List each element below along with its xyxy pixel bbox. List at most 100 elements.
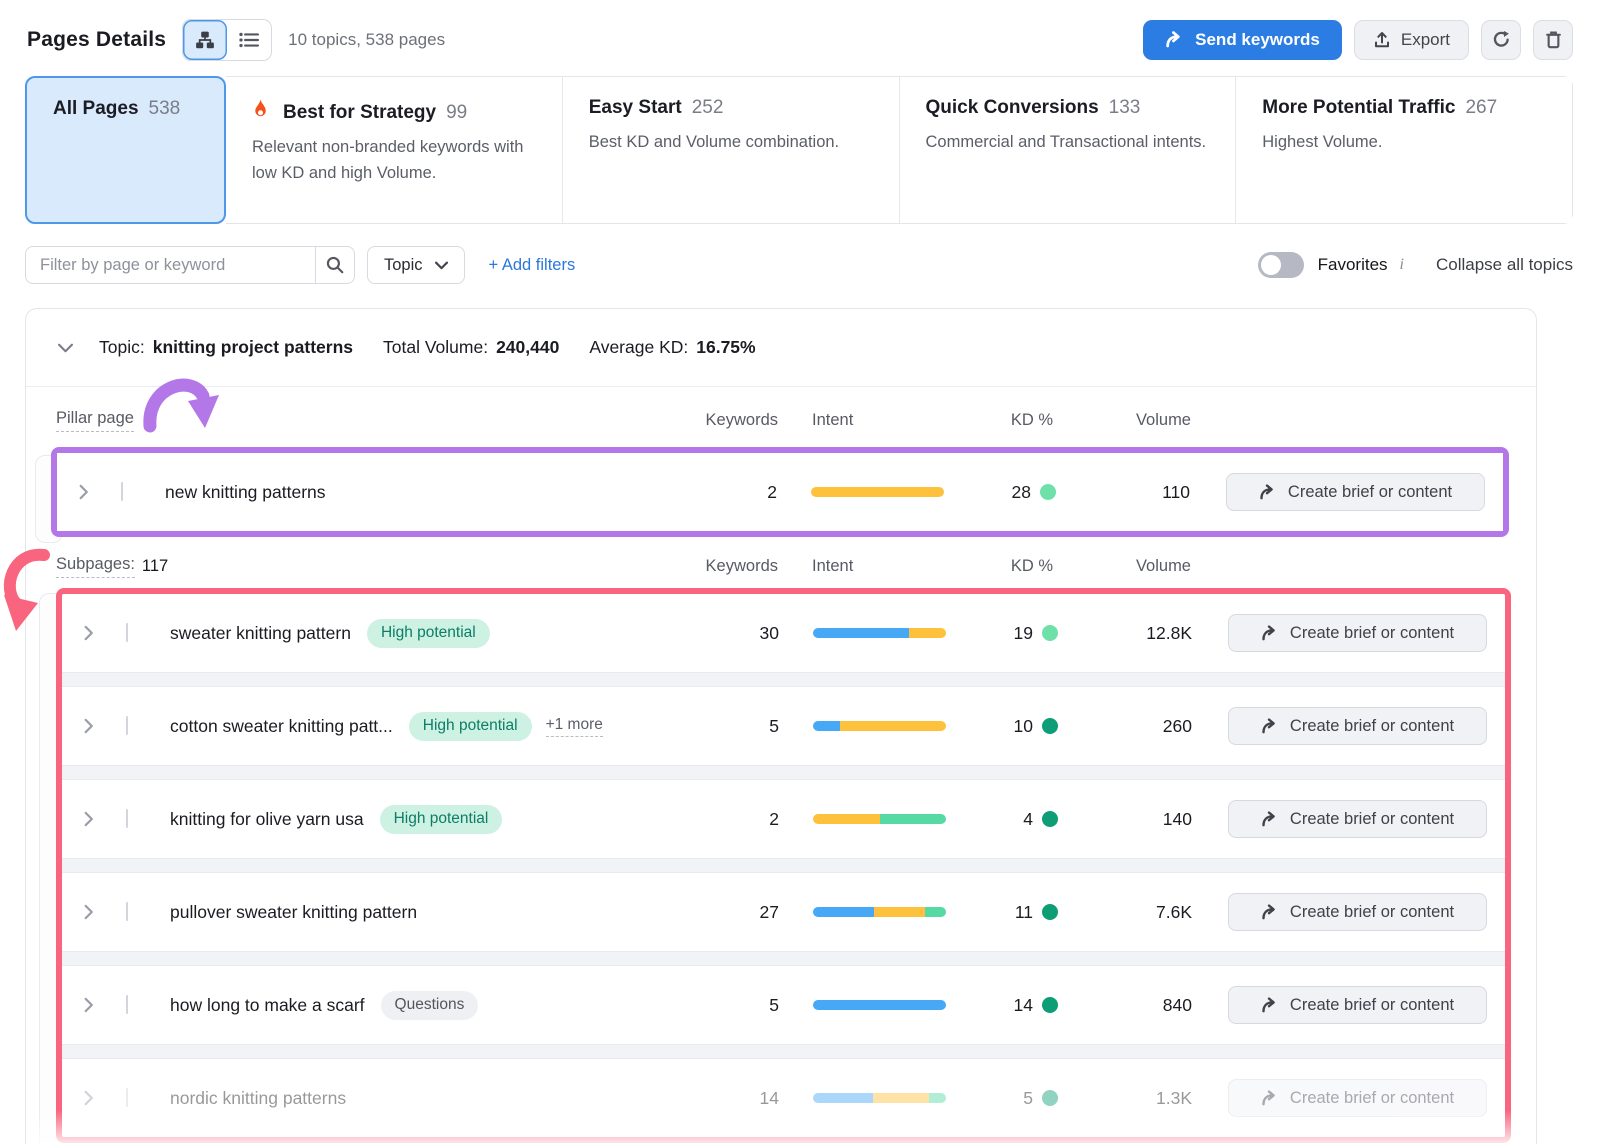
row-checkbox[interactable] bbox=[126, 995, 128, 1014]
add-filters-link[interactable]: + Add filters bbox=[489, 256, 576, 275]
page-filter-cards: All Pages 538 Best for Strategy 99 Relev… bbox=[25, 76, 1573, 224]
table-row: knitting for olive yarn usa High potenti… bbox=[62, 780, 1505, 858]
column-kd: KD % bbox=[971, 411, 1057, 430]
volume-value: 12.8K bbox=[1074, 623, 1192, 644]
tab-all-pages-label: All Pages bbox=[53, 98, 139, 120]
expand-row-chevron-icon[interactable] bbox=[84, 904, 114, 920]
kd-value: 14 bbox=[1014, 995, 1033, 1016]
create-brief-button[interactable]: Create brief or content bbox=[1228, 986, 1487, 1024]
expand-row-chevron-icon[interactable] bbox=[84, 1090, 114, 1106]
list-view-button[interactable] bbox=[227, 20, 271, 60]
row-checkbox[interactable] bbox=[126, 716, 128, 735]
tab-easy-start-count: 252 bbox=[692, 97, 724, 119]
create-brief-button[interactable]: Create brief or content bbox=[1228, 893, 1487, 931]
row-checkbox[interactable] bbox=[126, 623, 128, 642]
kd-dot bbox=[1042, 904, 1058, 920]
tab-quick-conversions[interactable]: Quick Conversions 133 Commercial and Tra… bbox=[899, 77, 1236, 223]
row-divider bbox=[62, 672, 1505, 687]
page-title-cell[interactable]: knitting for olive yarn usa bbox=[170, 809, 364, 830]
filter-bar: Topic + Add filters Favorites i Collapse… bbox=[25, 246, 1573, 284]
expand-row-chevron-icon[interactable] bbox=[84, 625, 114, 641]
favorites-toggle[interactable] bbox=[1258, 252, 1304, 278]
tab-easy-start-label: Easy Start bbox=[589, 97, 682, 119]
pillar-page-label[interactable]: Pillar page bbox=[56, 409, 134, 432]
create-brief-button[interactable]: Create brief or content bbox=[1226, 473, 1485, 511]
kd-dot bbox=[1042, 718, 1058, 734]
pages-details-screen: Pages Details 10 topics, 538 pages Send … bbox=[0, 0, 1600, 1144]
row-divider bbox=[62, 858, 1505, 873]
tab-more-potential-traffic-count: 267 bbox=[1465, 97, 1497, 119]
send-keywords-label: Send keywords bbox=[1195, 30, 1320, 50]
tab-quick-conversions-desc: Commercial and Transactional intents. bbox=[926, 129, 1210, 155]
delete-button[interactable] bbox=[1533, 20, 1573, 60]
refresh-button[interactable] bbox=[1481, 20, 1521, 60]
page-title-cell[interactable]: cotton sweater knitting patt... bbox=[170, 716, 393, 737]
subpages-label[interactable]: Subpages: bbox=[56, 555, 135, 578]
export-button[interactable]: Export bbox=[1354, 20, 1469, 60]
subpages-highlight-box: sweater knitting pattern High potential … bbox=[56, 588, 1511, 1143]
info-icon[interactable]: i bbox=[1400, 256, 1404, 274]
expand-row-chevron-icon[interactable] bbox=[84, 718, 114, 734]
intent-bar bbox=[813, 628, 946, 638]
kd-dot bbox=[1042, 811, 1058, 827]
favorites-label: Favorites bbox=[1318, 255, 1388, 275]
tree-view-button[interactable] bbox=[183, 20, 227, 60]
keywords-count: 5 bbox=[689, 995, 779, 1016]
refresh-icon bbox=[1492, 30, 1511, 49]
topic-label: Topic: bbox=[99, 337, 145, 358]
column-kd: KD % bbox=[971, 557, 1057, 576]
collapse-topic-chevron-icon[interactable] bbox=[58, 343, 73, 353]
create-brief-button[interactable]: Create brief or content bbox=[1228, 800, 1487, 838]
page-title-cell[interactable]: new knitting patterns bbox=[165, 482, 687, 503]
page-title-cell[interactable]: how long to make a scarf bbox=[170, 995, 365, 1016]
flame-icon bbox=[252, 99, 269, 120]
create-brief-button[interactable]: Create brief or content bbox=[1228, 707, 1487, 745]
column-volume: Volume bbox=[1073, 411, 1191, 430]
search-input[interactable] bbox=[25, 246, 315, 284]
tab-best-for-strategy[interactable]: Best for Strategy 99 Relevant non-brande… bbox=[226, 77, 562, 223]
forward-arrow-icon bbox=[1261, 625, 1279, 641]
row-checkbox[interactable] bbox=[126, 1088, 128, 1107]
pillar-row-highlight-box: new knitting patterns 2 28 110 Create br… bbox=[51, 447, 1509, 537]
page-title-cell[interactable]: nordic knitting patterns bbox=[170, 1088, 346, 1109]
tab-easy-start[interactable]: Easy Start 252 Best KD and Volume combin… bbox=[562, 77, 899, 223]
collapse-all-topics-link[interactable]: Collapse all topics bbox=[1436, 255, 1573, 275]
expand-row-chevron-icon[interactable] bbox=[79, 484, 109, 500]
create-brief-label: Create brief or content bbox=[1290, 1089, 1454, 1108]
forward-arrow-icon bbox=[1261, 718, 1279, 734]
expand-row-chevron-icon[interactable] bbox=[84, 997, 114, 1013]
more-badges-link[interactable]: +1 more bbox=[546, 716, 603, 737]
page-title-cell[interactable]: sweater knitting pattern bbox=[170, 623, 351, 644]
average-kd-value: 16.75% bbox=[696, 337, 755, 358]
tab-more-potential-traffic-label: More Potential Traffic bbox=[1262, 97, 1455, 119]
tab-best-for-strategy-desc: Relevant non-branded keywords with low K… bbox=[252, 134, 536, 187]
intent-bar bbox=[813, 814, 946, 824]
topic-dropdown[interactable]: Topic bbox=[367, 246, 465, 284]
send-keywords-button[interactable]: Send keywords bbox=[1143, 20, 1342, 60]
column-keywords: Keywords bbox=[688, 411, 778, 430]
tab-more-potential-traffic[interactable]: More Potential Traffic 267 Highest Volum… bbox=[1235, 77, 1572, 223]
potential-badge: High potential bbox=[367, 619, 490, 648]
search-button[interactable] bbox=[315, 246, 355, 284]
tab-all-pages[interactable]: All Pages 538 bbox=[25, 76, 226, 224]
volume-value: 1.3K bbox=[1074, 1088, 1192, 1109]
topic-table-body: Pillar page Keywords Intent KD % Volume … bbox=[26, 407, 1536, 1143]
kd-dot bbox=[1042, 1090, 1058, 1106]
filter-bar-right: Favorites i Collapse all topics bbox=[1258, 252, 1573, 278]
kd-value: 28 bbox=[1012, 482, 1031, 503]
export-label: Export bbox=[1401, 30, 1450, 50]
create-brief-button[interactable]: Create brief or content bbox=[1228, 614, 1487, 652]
row-checkbox[interactable] bbox=[121, 482, 123, 501]
average-kd-label: Average KD: bbox=[589, 337, 688, 358]
tab-more-potential-traffic-desc: Highest Volume. bbox=[1262, 129, 1546, 155]
create-brief-button[interactable]: Create brief or content bbox=[1228, 1079, 1487, 1117]
intent-bar bbox=[813, 1000, 946, 1010]
topics-pages-summary: 10 topics, 538 pages bbox=[288, 30, 445, 50]
page-title-cell[interactable]: pullover sweater knitting pattern bbox=[170, 902, 417, 923]
volume-value: 260 bbox=[1074, 716, 1192, 737]
row-checkbox[interactable] bbox=[126, 809, 128, 828]
column-intent: Intent bbox=[812, 557, 945, 576]
expand-row-chevron-icon[interactable] bbox=[84, 811, 114, 827]
row-checkbox[interactable] bbox=[126, 902, 128, 921]
tab-cards-group: Best for Strategy 99 Relevant non-brande… bbox=[226, 76, 1573, 224]
